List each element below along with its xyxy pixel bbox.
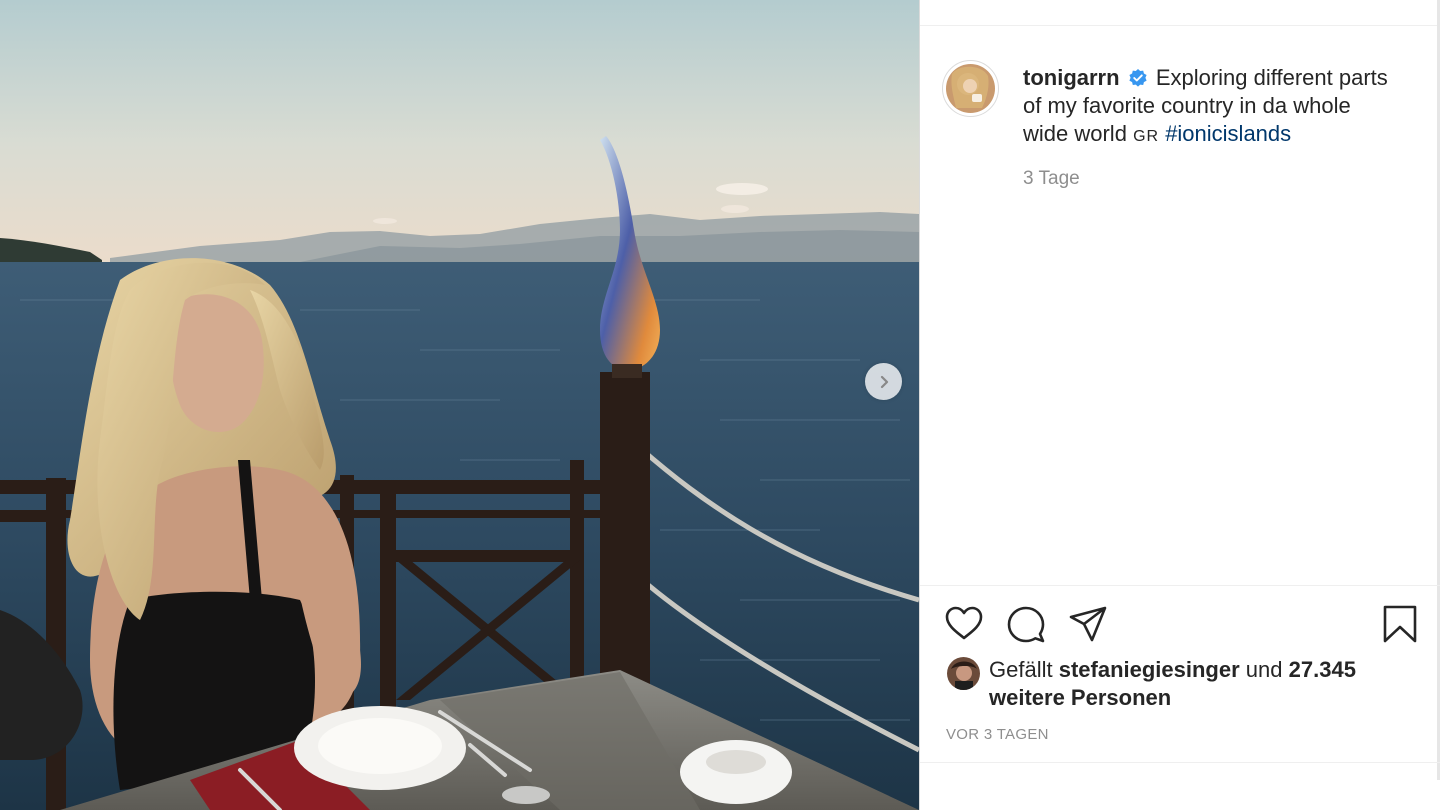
comment-icon bbox=[1007, 606, 1045, 643]
likes-summary: Gefällt stefaniegiesinger und 27.345 wei… bbox=[989, 656, 1409, 712]
likes-prefix: Gefällt bbox=[989, 657, 1053, 682]
comment-button[interactable] bbox=[1006, 604, 1046, 644]
paper-plane-icon bbox=[1069, 606, 1107, 642]
share-button[interactable] bbox=[1068, 604, 1108, 644]
comment-divider bbox=[920, 762, 1440, 763]
post-age[interactable]: 3 Tage bbox=[1023, 168, 1080, 190]
carousel-next-button[interactable] bbox=[865, 363, 902, 400]
likes-joiner: und bbox=[1245, 657, 1283, 682]
verified-badge-icon bbox=[1129, 69, 1147, 87]
post-sidebar: tonigarrn Exploring different parts of m… bbox=[919, 0, 1440, 810]
save-button[interactable] bbox=[1380, 604, 1420, 644]
heart-icon bbox=[945, 606, 983, 640]
post-caption: tonigarrn Exploring different parts of m… bbox=[1023, 64, 1395, 151]
greece-flag-emoji: GR bbox=[1133, 128, 1160, 145]
hashtag-link[interactable]: #ionicislands bbox=[1165, 121, 1291, 146]
author-avatar[interactable] bbox=[942, 60, 999, 117]
actions-divider bbox=[920, 585, 1440, 586]
post-timestamp[interactable]: VOR 3 TAGEN bbox=[946, 726, 1049, 743]
like-button[interactable] bbox=[944, 604, 984, 644]
post-photo[interactable] bbox=[0, 0, 919, 810]
liker-avatar[interactable] bbox=[947, 657, 980, 690]
chevron-right-icon bbox=[880, 375, 888, 388]
author-username[interactable]: tonigarrn bbox=[1023, 65, 1120, 90]
bookmark-icon bbox=[1383, 605, 1417, 643]
sidebar-top-divider bbox=[920, 0, 1440, 26]
photo-scene bbox=[0, 0, 919, 810]
liker-username[interactable]: stefaniegiesinger bbox=[1059, 657, 1240, 682]
